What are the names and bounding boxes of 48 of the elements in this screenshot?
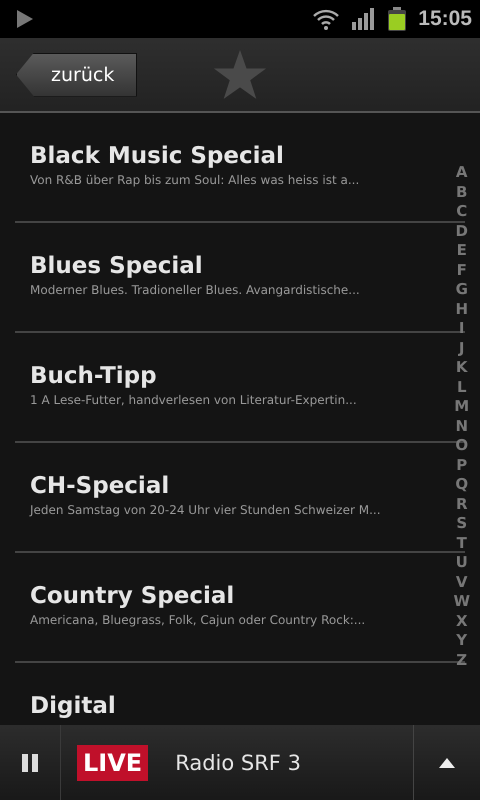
show-description: Moderner Blues. Tradioneller Blues. Avangardistische...: [30, 283, 360, 297]
show-title: Country Special: [30, 583, 234, 609]
index-letter[interactable]: G: [456, 280, 468, 300]
show-description: Jeden Samstag von 20-24 Uhr vier Stunden Schweizer M...: [30, 503, 381, 517]
index-letter[interactable]: R: [456, 494, 468, 514]
show-description: Von R&B über Rap bis zum Soul: Alles was heiss ist a...: [30, 173, 360, 187]
battery-icon: [388, 7, 406, 31]
index-letter[interactable]: L: [456, 378, 466, 397]
index-letter[interactable]: X: [456, 612, 468, 631]
index-letter[interactable]: W: [453, 592, 470, 612]
index-letter[interactable]: U: [456, 553, 468, 572]
wifi-icon: [312, 8, 340, 30]
index-letter[interactable]: F: [456, 260, 467, 280]
show-title: Black Music Special: [30, 143, 284, 169]
index-letter[interactable]: A: [456, 163, 468, 182]
index-letter[interactable]: N: [455, 416, 468, 436]
show-title: Buch-Tipp: [30, 363, 157, 389]
signal-icon: [352, 8, 376, 30]
clock: 15:05: [418, 7, 472, 31]
show-description: Americana, Bluegrass, Folk, Cajun oder Country Rock:...: [30, 613, 366, 627]
index-letter[interactable]: S: [456, 514, 468, 534]
index-letter[interactable]: M: [454, 397, 470, 416]
index-letter[interactable]: H: [455, 300, 468, 319]
index-letter[interactable]: K: [456, 358, 468, 378]
triangle-up-icon: [439, 758, 455, 768]
station-name: Radio SRF 3: [175, 750, 301, 774]
index-letter[interactable]: E: [456, 241, 467, 260]
live-badge: LIVE: [77, 744, 148, 780]
index-letter[interactable]: O: [455, 436, 468, 456]
show-title: Blues Special: [30, 253, 203, 279]
show-title: Digital: [30, 693, 116, 719]
index-letter[interactable]: T: [456, 534, 467, 553]
index-letter[interactable]: I: [458, 319, 465, 338]
index-letter[interactable]: Y: [456, 631, 468, 650]
index-letter[interactable]: B: [456, 182, 468, 202]
show-description: 1 A Lese-Futter, handverlesen von Literatur-Expertin...: [30, 393, 357, 407]
index-letter[interactable]: J: [458, 338, 465, 358]
back-button[interactable]: zurück: [16, 52, 138, 96]
index-letter[interactable]: Q: [455, 475, 468, 494]
index-letter[interactable]: C: [456, 202, 468, 222]
show-title: CH-Special: [30, 473, 170, 499]
index-letter[interactable]: D: [456, 222, 468, 241]
index-letter[interactable]: Z: [456, 650, 468, 670]
star-icon[interactable]: [213, 50, 268, 100]
index-letter[interactable]: P: [456, 456, 468, 475]
pause-icon: [22, 754, 38, 772]
index-letter[interactable]: V: [456, 572, 468, 592]
play-icon: [17, 10, 33, 28]
